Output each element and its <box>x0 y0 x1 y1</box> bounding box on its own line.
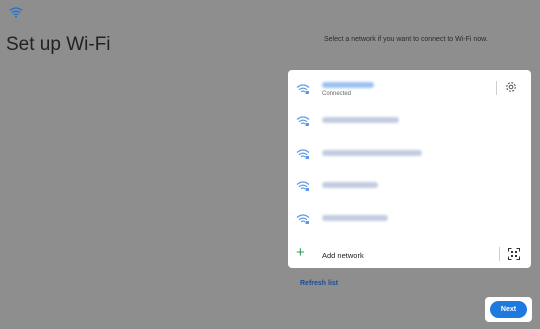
next-button[interactable]: Next <box>490 301 527 318</box>
add-network-button[interactable]: Add network <box>322 251 364 260</box>
divider <box>496 81 497 95</box>
wifi-icon <box>9 7 23 18</box>
network-name <box>322 117 399 123</box>
network-item-connected[interactable]: Connected <box>288 72 531 104</box>
wifi-lock-icon <box>296 214 310 224</box>
refresh-list-link[interactable]: Refresh list <box>300 280 338 287</box>
network-item[interactable] <box>288 104 531 136</box>
wifi-lock-icon <box>296 181 310 191</box>
plus-icon[interactable]: + <box>296 245 305 260</box>
wifi-lock-icon <box>296 149 310 159</box>
gear-icon[interactable] <box>504 80 518 94</box>
next-button-focus-frame: Next <box>485 297 532 322</box>
network-name <box>322 150 422 156</box>
network-item[interactable] <box>288 202 531 234</box>
network-list-card: Connected + Add network <box>288 70 531 268</box>
network-name <box>322 215 388 221</box>
network-name <box>322 82 374 88</box>
wifi-lock-icon <box>296 116 310 126</box>
network-item[interactable] <box>288 137 531 169</box>
wifi-lock-icon <box>296 84 310 94</box>
instruction-text: Select a network if you want to connect … <box>324 36 488 43</box>
divider <box>499 247 500 261</box>
qr-scan-icon[interactable] <box>508 248 520 260</box>
page-title: Set up Wi-Fi <box>6 34 111 55</box>
network-status: Connected <box>322 91 352 97</box>
network-item[interactable] <box>288 169 531 201</box>
network-name <box>322 182 378 188</box>
